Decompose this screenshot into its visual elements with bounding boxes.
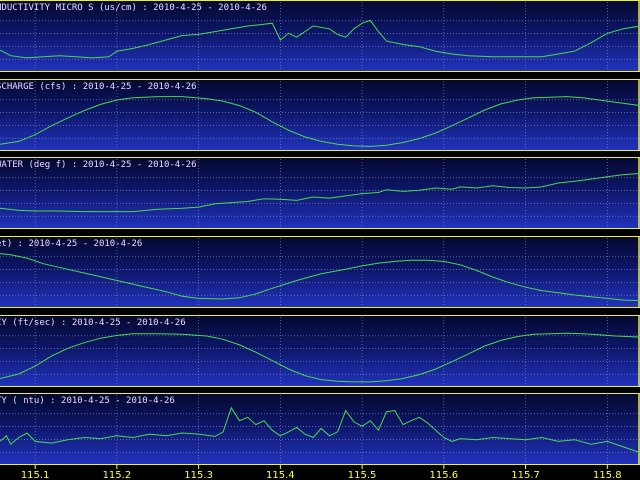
x-tick-label: 115.8 <box>593 470 622 480</box>
x-tick-label: 115.1 <box>21 470 50 480</box>
x-tick-label: 115.3 <box>184 470 213 480</box>
panel-title: NDUCTIVITY MICRO S (us/cm) : 2010-4-25 -… <box>0 3 267 13</box>
panel-title: TY ( ntu) : 2010-4-25 - 2010-4-26 <box>0 396 175 406</box>
x-tick-label: 115.4 <box>266 470 295 480</box>
panel-3: WATER (deg f) : 2010-4-25 - 2010-4-26 <box>0 157 640 229</box>
panels-layer: NDUCTIVITY MICRO S (us/cm) : 2010-4-25 -… <box>0 0 640 465</box>
x-axis: 115.1 115.2 115.3 115.4 115.5 115.6 115.7 115.8 <box>21 465 622 480</box>
panel-1: NDUCTIVITY MICRO S (us/cm) : 2010-4-25 -… <box>0 0 640 72</box>
panel-title: CY (ft/sec) : 2010-4-25 - 2010-4-26 <box>0 318 186 328</box>
x-tick-label: 115.2 <box>103 470 132 480</box>
panel-5: CY (ft/sec) : 2010-4-25 - 2010-4-26 <box>0 315 640 387</box>
panel-6: TY ( ntu) : 2010-4-25 - 2010-4-26 <box>0 393 640 465</box>
x-tick-label: 115.6 <box>430 470 459 480</box>
panel-title: WATER (deg f) : 2010-4-25 - 2010-4-26 <box>0 160 196 170</box>
panel-title: SCHARGE (cfs) : 2010-4-25 - 2010-4-26 <box>0 82 196 92</box>
x-tick-label: 115.5 <box>348 470 377 480</box>
panel-4: et) : 2010-4-25 - 2010-4-26 <box>0 236 640 308</box>
x-tick-label: 115.7 <box>511 470 540 480</box>
panel-2: SCHARGE (cfs) : 2010-4-25 - 2010-4-26 <box>0 79 640 151</box>
time-series-chart: NDUCTIVITY MICRO S (us/cm) : 2010-4-25 -… <box>0 0 640 480</box>
chart-window: NDUCTIVITY MICRO S (us/cm) : 2010-4-25 -… <box>0 0 640 480</box>
panel-title: et) : 2010-4-25 - 2010-4-26 <box>0 239 142 249</box>
